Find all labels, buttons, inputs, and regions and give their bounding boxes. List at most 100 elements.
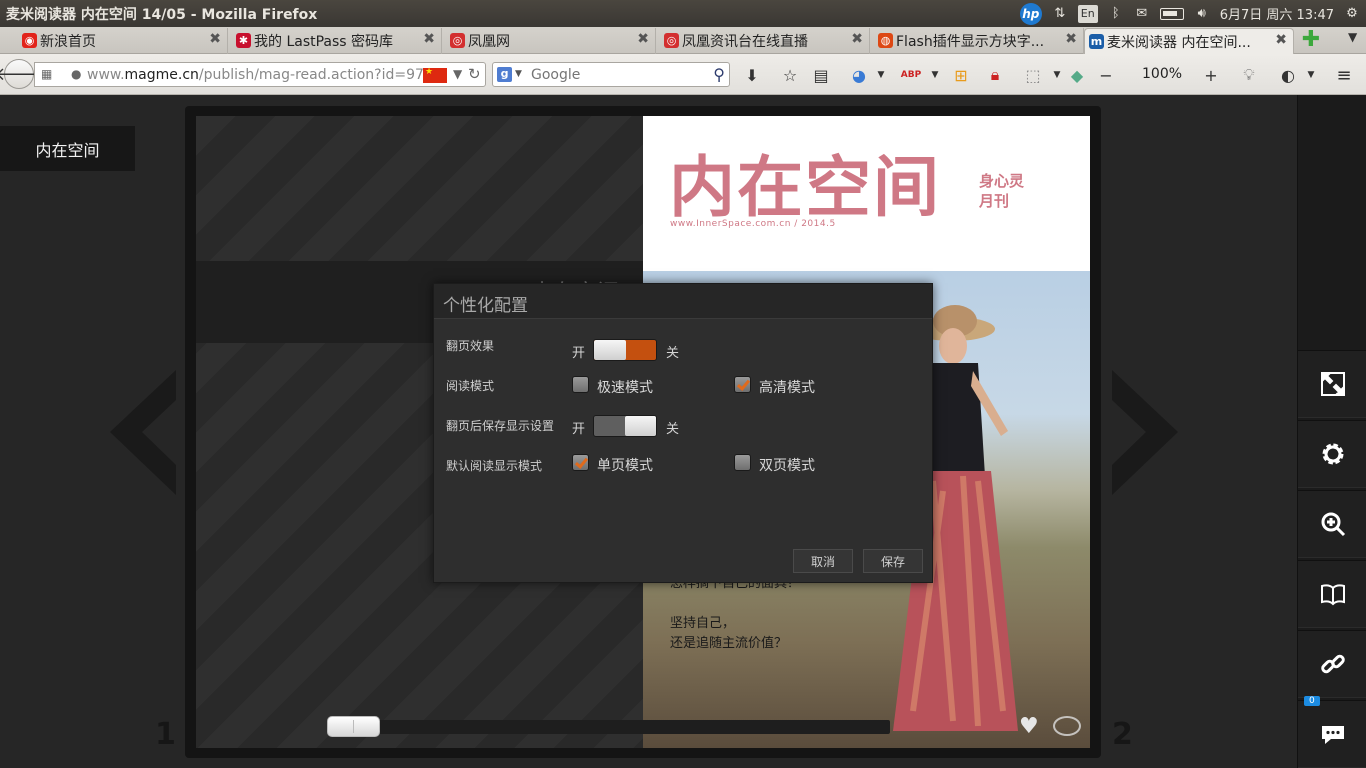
settings-button[interactable] [1298,420,1366,488]
url-dropdown-icon[interactable]: ▼ [453,67,462,81]
comment-icon [1321,726,1344,744]
toc-button[interactable] [1298,560,1366,628]
zoom-level[interactable]: 100% [1142,66,1182,82]
default-display-label: 默认阅读显示模式 [446,459,543,473]
page-effect-toggle[interactable] [593,339,657,361]
new-tab-button[interactable]: ✚ [1300,29,1322,51]
fast-mode-label[interactable]: 极速模式 [597,377,653,397]
search-input[interactable] [529,66,699,84]
globe-addon-icon[interactable]: ◕ [848,64,870,86]
search-bar[interactable]: g ▼ ⚲ [492,62,730,87]
globe-dropdown-icon[interactable]: ▼ [870,64,892,86]
next-page-arrow-icon[interactable] [1108,370,1178,495]
cover-subtitle: 身心灵 月刊 [979,172,1025,210]
magazine-tag[interactable]: 内在空间 [0,126,135,171]
off-label: 关 [666,422,680,437]
battery-icon[interactable] [1159,7,1184,20]
tab-sina[interactable]: ◉ 新浪首页 ✖ [18,28,228,54]
close-icon[interactable]: ✖ [1275,32,1287,48]
single-page-checkbox[interactable] [572,454,589,471]
toggle-knob [594,340,626,360]
double-page-checkbox[interactable] [734,454,751,471]
bookmark-star-icon[interactable]: ☆ [779,64,801,86]
engine-dropdown-icon[interactable]: ▼ [515,69,522,79]
globe-icon: ● [71,67,82,81]
save-button[interactable]: 保存 [863,549,923,573]
cover-title: 内在空间 [669,148,941,226]
hp-icon[interactable]: hp [1019,2,1042,25]
hd-mode-label[interactable]: 高清模式 [759,377,815,397]
heart-icon[interactable]: ♥ [1019,714,1039,739]
mail-icon[interactable]: ✉ [1134,5,1150,23]
fast-mode-checkbox[interactable] [572,376,589,393]
flag-icon: ★ [423,68,447,83]
comment-count-badge: 0 [1304,696,1320,706]
zoom-button[interactable] [1298,490,1366,558]
color-picker-dropdown-icon[interactable]: ▼ [1300,64,1322,86]
reload-icon[interactable]: ↻ [468,65,481,83]
color-picker-icon[interactable]: ◐ [1277,64,1299,86]
url-text[interactable]: www.magme.cn/publish/mag-read.action?id=… [87,67,433,83]
close-icon[interactable]: ✖ [209,31,221,47]
share-link-button[interactable] [1298,630,1366,698]
link-icon [1320,654,1345,674]
comments-button[interactable]: 0 [1298,696,1366,768]
ubuntu-icon: ◍ [878,33,893,48]
tab-magme-reader[interactable]: m 麦米阅读器 内在空间... ✖ [1084,28,1294,54]
fullscreen-button[interactable] [1298,350,1366,418]
navigation-toolbar: 🡐 ▦ ● www.magme.cn/publish/mag-read.acti… [0,54,1366,95]
google-engine-icon[interactable]: g [497,67,512,82]
hd-mode-checkbox[interactable] [734,376,751,393]
lastpass-lock-icon[interactable]: 🔒︎ [984,64,1006,86]
close-icon[interactable]: ✖ [851,31,863,47]
adblock-icon[interactable]: ABP [900,64,922,86]
single-page-label[interactable]: 单页模式 [597,455,653,475]
cancel-button[interactable]: 取消 [793,549,853,573]
power-gear-icon[interactable]: ⚙ [1344,5,1360,23]
page-progress-slider[interactable] [327,716,380,737]
keyboard-layout-indicator[interactable]: En [1077,4,1098,23]
screenshot-dropdown-icon[interactable]: ▼ [1046,64,1068,86]
url-bar[interactable]: ▦ ● www.magme.cn/publish/mag-read.action… [34,62,486,87]
gear-icon [1322,443,1343,465]
close-icon[interactable]: ✖ [423,31,435,47]
save-after-flip-toggle[interactable] [593,415,657,437]
page-effect-label: 翻页效果 [446,339,495,353]
prev-page-arrow-icon[interactable] [110,370,180,495]
open-book-icon [1320,584,1345,606]
tab-lastpass[interactable]: ✱ 我的 LastPass 密码库 ✖ [232,28,442,54]
page-progress-track[interactable] [329,720,890,734]
ifeng-icon: ◎ [450,33,465,48]
addon-grid-icon[interactable]: ⊞ [950,64,972,86]
tab-flash-plugin[interactable]: ◍ Flash插件显示方块字... ✖ [874,28,1084,54]
search-icon[interactable]: ⚲ [713,65,725,84]
on-label: 开 [572,346,586,361]
screenshot-icon[interactable]: ⬚ [1022,64,1044,86]
cover-url-line: www.InnerSpace.com.cn / 2014.5 [670,219,836,229]
tab-strip: ◉ 新浪首页 ✖ ✱ 我的 LastPass 密码库 ✖ ◎ 凤凰网 ✖ ◎ 凤… [0,27,1366,54]
weibo-icon[interactable] [1053,716,1081,736]
double-page-label[interactable]: 双页模式 [759,455,815,475]
lightbulb-icon[interactable]: 💡︎ [1238,64,1260,86]
close-icon[interactable]: ✖ [1065,31,1077,47]
zoom-in-button[interactable]: + [1200,64,1222,86]
bluetooth-icon[interactable]: ᛒ [1108,5,1124,23]
zoom-out-button[interactable]: − [1095,64,1117,86]
page-number-left: 1 [155,717,176,752]
bookmarks-menu-icon[interactable]: ▤ [810,64,832,86]
tab-ifeng-live[interactable]: ◎ 凤凰资讯台在线直播 ✖ [660,28,870,54]
close-icon[interactable]: ✖ [637,31,649,47]
tab-label: 凤凰资讯台在线直播 [682,34,808,50]
menu-icon[interactable]: ≡ [1333,64,1355,86]
lastpass-icon: ✱ [236,33,251,48]
network-arrows-icon[interactable]: ⇅ [1052,5,1068,23]
download-icon[interactable]: ⬇ [741,64,763,86]
layers-icon[interactable]: ◆ [1066,64,1088,86]
adblock-dropdown-icon[interactable]: ▼ [924,64,946,86]
clock[interactable]: 6月7日 周六 13:47 [1220,4,1334,23]
tab-ifeng[interactable]: ◎ 凤凰网 ✖ [446,28,656,54]
volume-icon[interactable]: 🔊︎ [1194,5,1210,23]
site-identity-icon[interactable]: ▦ [41,67,52,81]
back-button[interactable]: 🡐 [0,59,43,89]
tab-list-icon[interactable]: ▼ [1348,30,1357,44]
